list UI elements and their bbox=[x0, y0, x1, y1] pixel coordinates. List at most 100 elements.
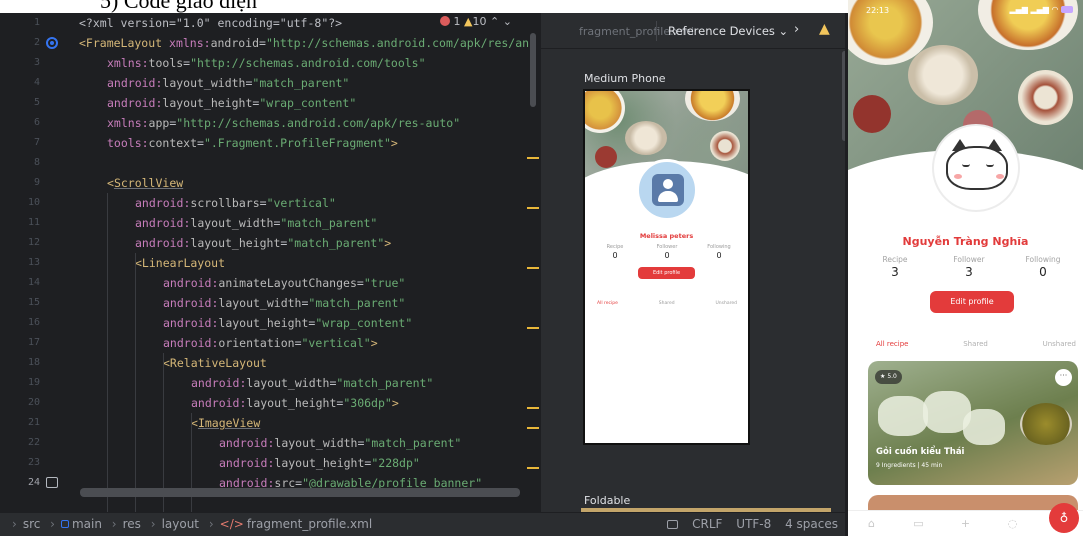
code-text[interactable]: android:layout_width="match_parent" bbox=[219, 433, 461, 453]
line-number[interactable]: 12 bbox=[0, 233, 40, 253]
line-number[interactable]: 22 bbox=[0, 433, 40, 453]
code-text[interactable]: tools:context=".Fragment.ProfileFragment… bbox=[107, 133, 398, 153]
related-class-icon[interactable] bbox=[46, 37, 58, 49]
warning-marker[interactable] bbox=[527, 467, 539, 469]
line-number[interactable]: 11 bbox=[0, 213, 40, 233]
code-text[interactable]: android:layout_height="match_parent"> bbox=[135, 233, 391, 253]
code-text[interactable]: android:scrollbars="vertical" bbox=[135, 193, 336, 213]
code-line[interactable]: 7 tools:context=".Fragment.ProfileFragmen… bbox=[0, 133, 541, 153]
breadcrumb-layout[interactable]: layout bbox=[162, 517, 199, 531]
recipe-card[interactable]: ★ 5.0 ··· Gỏi cuốn kiểu Thái 9 Ingredien… bbox=[868, 361, 1078, 485]
line-number[interactable]: 15 bbox=[0, 293, 40, 313]
code-line[interactable]: 13 <LinearLayout bbox=[0, 253, 541, 273]
avatar[interactable] bbox=[932, 124, 1020, 212]
edit-profile-button[interactable]: Edit profile bbox=[930, 291, 1014, 313]
line-number[interactable]: 7 bbox=[0, 133, 40, 153]
code-line[interactable]: 6 xmlns:app="http://schemas.android.com/a… bbox=[0, 113, 541, 133]
line-number[interactable]: 20 bbox=[0, 393, 40, 413]
warning-marker[interactable] bbox=[527, 427, 539, 429]
warning-marker[interactable] bbox=[527, 327, 539, 329]
code-line[interactable]: 10 android:scrollbars="vertical" bbox=[0, 193, 541, 213]
line-number[interactable]: 2 bbox=[0, 33, 40, 53]
code-text[interactable]: <RelativeLayout bbox=[163, 353, 267, 373]
code-text[interactable]: android:layout_width="match_parent" bbox=[163, 293, 405, 313]
line-number[interactable]: 17 bbox=[0, 333, 40, 353]
tab-unshared[interactable]: Unshared bbox=[1043, 340, 1076, 348]
inspection-indicators[interactable]: 1 ▲10 ⌃ ⌄ bbox=[440, 15, 512, 28]
warning-marker[interactable] bbox=[527, 207, 539, 209]
warning-marker[interactable] bbox=[527, 407, 539, 409]
code-line[interactable]: 12 android:layout_height="match_parent"> bbox=[0, 233, 541, 253]
code-text[interactable]: android:animateLayoutChanges="true" bbox=[163, 273, 405, 293]
line-number[interactable]: 18 bbox=[0, 353, 40, 373]
line-number[interactable]: 9 bbox=[0, 173, 40, 193]
tab-shared[interactable]: Shared bbox=[963, 340, 988, 348]
file-encoding[interactable]: UTF-8 bbox=[736, 517, 771, 531]
home-icon[interactable]: ⌂ bbox=[848, 517, 895, 530]
tab-all-recipe[interactable]: All recipe bbox=[876, 340, 908, 348]
code-text[interactable]: <ImageView bbox=[191, 413, 260, 433]
code-text[interactable]: android:layout_height="wrap_content" bbox=[107, 93, 356, 113]
code-line[interactable]: 22 android:layout_width="match_parent" bbox=[0, 433, 541, 453]
line-number[interactable]: 16 bbox=[0, 313, 40, 333]
line-number[interactable]: 10 bbox=[0, 193, 40, 213]
line-number[interactable]: 13 bbox=[0, 253, 40, 273]
code-line[interactable]: 9 <ScrollView bbox=[0, 173, 541, 193]
line-number[interactable]: 19 bbox=[0, 373, 40, 393]
code-text[interactable]: android:layout_height="228dp" bbox=[219, 453, 420, 473]
code-text[interactable]: <ScrollView bbox=[107, 173, 183, 193]
code-line[interactable]: 15 android:layout_width="match_parent" bbox=[0, 293, 541, 313]
breadcrumb-file[interactable]: fragment_profile.xml bbox=[247, 517, 372, 531]
code-line[interactable]: 3 xmlns:tools="http://schemas.android.com… bbox=[0, 53, 541, 73]
code-text[interactable]: xmlns:app="http://schemas.android.com/ap… bbox=[107, 113, 460, 133]
line-number[interactable]: 14 bbox=[0, 273, 40, 293]
breadcrumb-res[interactable]: res bbox=[123, 517, 141, 531]
code-text[interactable]: android:layout_width="match_parent" bbox=[107, 73, 349, 93]
edit-profile-button[interactable]: Edit profile bbox=[638, 267, 695, 279]
line-number[interactable]: 24 bbox=[0, 473, 40, 493]
code-text[interactable]: <?xml version="1.0" encoding="utf-8"?> bbox=[79, 13, 342, 33]
editor-vertical-scrollbar[interactable] bbox=[530, 33, 536, 107]
image-preview-icon[interactable] bbox=[46, 477, 58, 488]
add-icon[interactable]: + bbox=[942, 517, 989, 530]
memory-indicator-icon[interactable] bbox=[667, 520, 679, 529]
code-text[interactable]: android:orientation="vertical"> bbox=[163, 333, 378, 353]
profile-icon[interactable]: ♁ bbox=[1049, 503, 1079, 533]
next-highlight-icon[interactable]: ⌄ bbox=[503, 15, 512, 28]
code-editor[interactable]: 1 <?xml version="1.0" encoding="utf-8"?> 2… bbox=[0, 13, 541, 512]
chevron-right-icon[interactable]: › bbox=[794, 22, 799, 37]
code-line[interactable]: 21 <ImageView bbox=[0, 413, 541, 433]
warning-marker[interactable] bbox=[527, 157, 539, 159]
code-line[interactable]: 14 android:animateLayoutChanges="true" bbox=[0, 273, 541, 293]
code-text[interactable]: xmlns:tools="http://schemas.android.com/… bbox=[107, 53, 426, 73]
line-number[interactable]: 1 bbox=[0, 13, 40, 33]
code-line[interactable]: 5 android:layout_height="wrap_content" bbox=[0, 93, 541, 113]
line-number[interactable]: 21 bbox=[0, 413, 40, 433]
stat-recipe[interactable]: Recipe 3 bbox=[858, 255, 932, 279]
editor-horizontal-scrollbar[interactable] bbox=[80, 488, 520, 497]
line-separator[interactable]: CRLF bbox=[692, 517, 722, 531]
more-icon[interactable]: ··· bbox=[1055, 369, 1072, 386]
code-line[interactable]: 4 android:layout_width="match_parent" bbox=[0, 73, 541, 93]
avatar[interactable] bbox=[636, 159, 698, 221]
tab-unshared[interactable]: Unshared bbox=[716, 301, 737, 306]
line-number[interactable]: 6 bbox=[0, 113, 40, 133]
code-text[interactable]: android:layout_width="match_parent" bbox=[135, 213, 377, 233]
code-text[interactable]: <LinearLayout bbox=[135, 253, 225, 273]
code-text[interactable]: android:layout_height="wrap_content" bbox=[163, 313, 412, 333]
code-line[interactable]: 2 <FrameLayout xmlns:android="http://sche… bbox=[0, 33, 541, 53]
indent-setting[interactable]: 4 spaces bbox=[785, 517, 838, 531]
code-line[interactable]: 11 android:layout_width="match_parent" bbox=[0, 213, 541, 233]
line-number[interactable]: 5 bbox=[0, 93, 40, 113]
line-number[interactable]: 4 bbox=[0, 73, 40, 93]
code-line[interactable]: 18 <RelativeLayout bbox=[0, 353, 541, 373]
stat-following[interactable]: Following 0 bbox=[1006, 255, 1080, 279]
reference-devices-dropdown[interactable]: Reference Devices ⌄ bbox=[668, 24, 788, 38]
line-number[interactable]: 8 bbox=[0, 153, 40, 173]
line-number[interactable]: 23 bbox=[0, 453, 40, 473]
line-number[interactable]: 3 bbox=[0, 53, 40, 73]
prev-highlight-icon[interactable]: ⌃ bbox=[490, 15, 499, 28]
bookmark-icon[interactable]: ▭ bbox=[895, 517, 942, 530]
warning-icon[interactable]: ▲ bbox=[819, 21, 830, 37]
code-line[interactable]: 17 android:orientation="vertical"> bbox=[0, 333, 541, 353]
